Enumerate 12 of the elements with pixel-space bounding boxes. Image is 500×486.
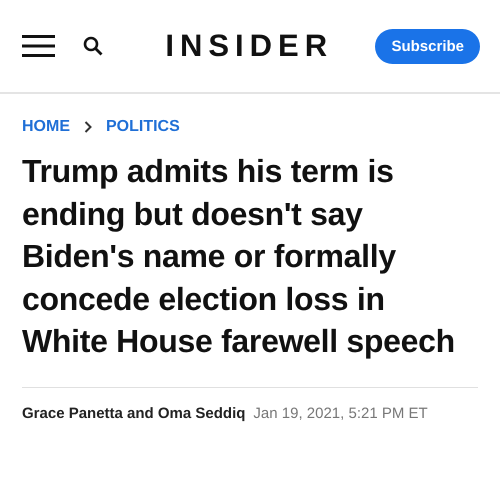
publish-date: Jan 19, 2021, 5:21 PM ET	[253, 404, 428, 422]
article-authors: Grace Panetta and Oma Seddiq	[22, 404, 246, 422]
subscribe-button[interactable]: Subscribe	[375, 28, 480, 64]
menu-button[interactable]	[22, 35, 55, 57]
search-button[interactable]	[83, 36, 103, 56]
chevron-right-icon	[84, 121, 92, 133]
search-icon	[83, 36, 103, 56]
site-logo[interactable]: INSIDER	[123, 28, 376, 64]
article-headline: Trump admits his term is ending but doesn't say Biden's name or formally concede election loss in White House farewell speech	[22, 152, 456, 361]
breadcrumb-link[interactable]: HOME	[22, 118, 70, 136]
breadcrumb-link[interactable]: POLITICS	[106, 118, 180, 136]
menu-icon	[22, 35, 55, 57]
